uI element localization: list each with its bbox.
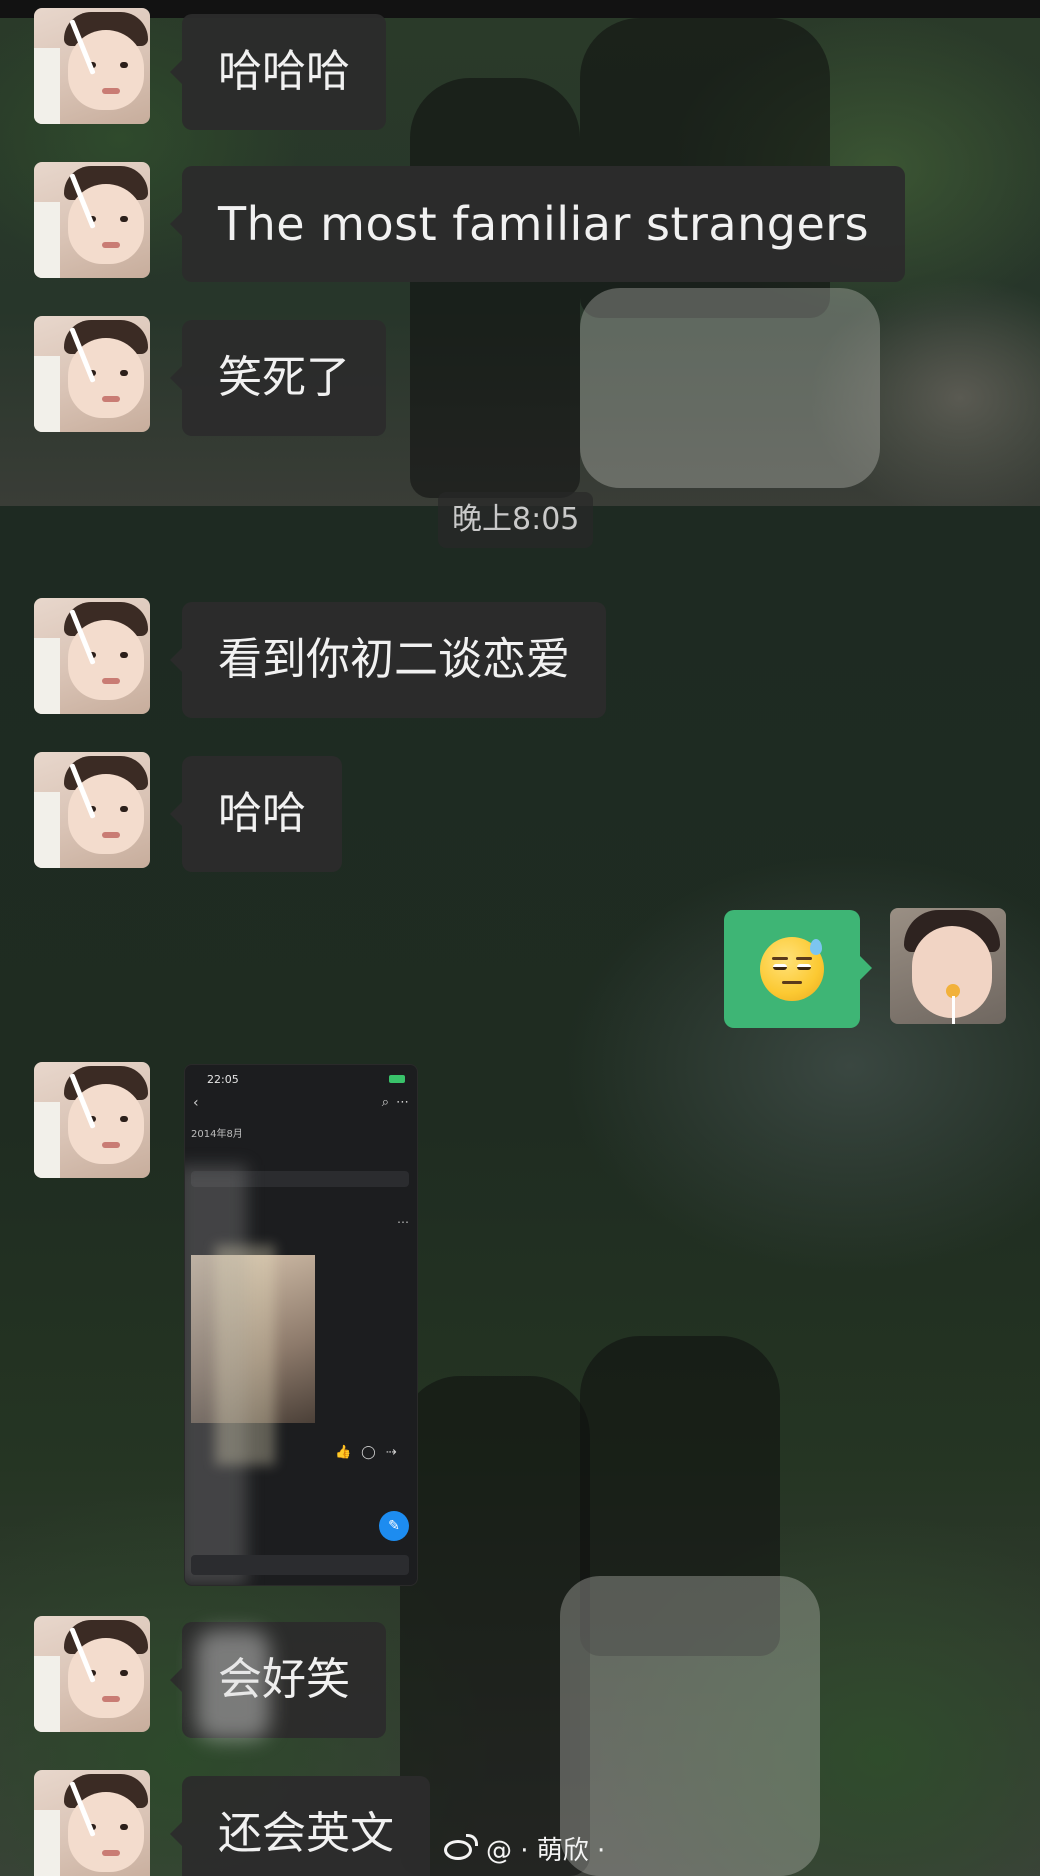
screenshot-action-icons: 👍◯⇢: [335, 1445, 407, 1460]
message-bubble[interactable]: The most familiar strangers: [169, 166, 906, 282]
more-icon: ⋯: [397, 1215, 409, 1229]
contact-avatar[interactable]: [34, 598, 150, 714]
edit-icon: ✎: [379, 1511, 409, 1541]
message-timestamp: 晚上8:05: [438, 492, 594, 548]
weibo-icon: [444, 1834, 480, 1862]
avatar-mouth: [102, 678, 120, 684]
avatar-bg: [34, 202, 60, 278]
screenshot-message[interactable]: 22:05 ‹ ⌕ ⋯ 2014年8月 ⋯ 👍◯⇢ ✎: [184, 1064, 418, 1586]
avatar-bg: [34, 792, 60, 868]
privacy-blur: [196, 1630, 270, 1740]
emoji-mouth: [782, 981, 802, 984]
avatar-bg: [34, 1656, 60, 1732]
contact-avatar[interactable]: [34, 1062, 150, 1178]
avatar-eye: [120, 216, 128, 222]
avatar-eye: [120, 62, 128, 68]
avatar-mouth: [102, 396, 120, 402]
emoji-eye: [797, 964, 811, 970]
avatar-eye: [120, 1116, 128, 1122]
avatar-mouth: [102, 1142, 120, 1148]
message-bubble[interactable]: 还会英文: [170, 1776, 430, 1876]
contact-avatar[interactable]: [34, 1616, 150, 1732]
avatar-mouth: [102, 1696, 120, 1702]
avatar-mouth: [102, 88, 120, 94]
watermark-text: @ · 萌欣 ·: [486, 1835, 606, 1866]
message-bubble[interactable]: 哈哈: [170, 756, 342, 872]
back-icon: ‹: [193, 1095, 199, 1111]
contact-avatar[interactable]: [34, 316, 150, 432]
my-message-bubble[interactable]: [724, 910, 872, 1028]
contact-avatar[interactable]: [34, 1770, 150, 1876]
avatar-bg: [34, 638, 60, 714]
message-bubble[interactable]: 哈哈哈: [170, 14, 386, 130]
contact-avatar[interactable]: [34, 162, 150, 278]
screenshot-date-label: 2014年8月: [191, 1129, 243, 1140]
avatar-bg: [34, 1102, 60, 1178]
avatar-bg: [34, 1810, 60, 1876]
avatar-eye: [120, 370, 128, 376]
avatar-eye: [120, 1670, 128, 1676]
weibo-icon-arc: [466, 1834, 478, 1846]
more-icon: ⋯: [396, 1095, 409, 1110]
privacy-blur: [215, 1245, 275, 1465]
avatar-lollipop-stick: [952, 996, 955, 1024]
my-avatar[interactable]: [890, 908, 1006, 1024]
avatar-bg: [34, 356, 60, 432]
avatar-eye: [120, 1824, 128, 1830]
avatar-eye: [120, 652, 128, 658]
status-bar-strip: [0, 0, 1040, 18]
message-bubble[interactable]: 看到你初二谈恋爱: [170, 602, 606, 718]
emoji-sweat-drop: [810, 939, 822, 955]
avatar-bg: [34, 48, 60, 124]
weibo-watermark: @ · 萌欣 ·: [444, 1826, 605, 1870]
emoji-brow: [796, 957, 812, 960]
sweat-smile-emoji: [760, 937, 824, 1001]
avatar-mouth: [102, 1850, 120, 1856]
avatar-eye: [120, 806, 128, 812]
screenshot-input-bar: [191, 1555, 409, 1575]
emoji-eye: [773, 964, 787, 970]
search-icon: ⌕: [381, 1095, 389, 1110]
contact-avatar[interactable]: [34, 8, 150, 124]
contact-avatar[interactable]: [34, 752, 150, 868]
battery-icon: [389, 1075, 405, 1083]
wallpaper-figure-bride: [410, 78, 580, 498]
emoji-brow: [772, 957, 788, 960]
avatar-mouth: [102, 832, 120, 838]
avatar-mouth: [102, 242, 120, 248]
screenshot-status-time: 22:05: [207, 1073, 239, 1086]
message-bubble[interactable]: 笑死了: [170, 320, 386, 436]
wallpaper-light-trousers: [580, 288, 880, 488]
